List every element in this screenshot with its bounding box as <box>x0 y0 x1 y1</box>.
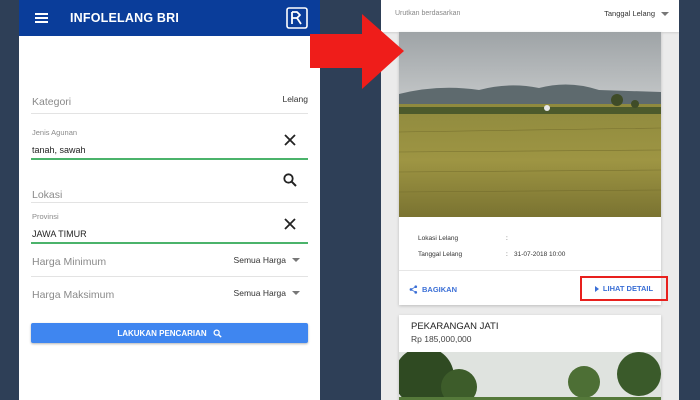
view-detail-label: LIHAT DETAIL <box>602 284 654 293</box>
tanggal-lelang-label: Tanggal Lelang <box>418 251 463 258</box>
property-photo[interactable] <box>399 352 661 400</box>
harga-maksimum-value: Semua Harga <box>233 288 286 298</box>
harga-minimum-field[interactable]: Harga Minimum Semua Harga <box>31 246 308 277</box>
sort-value: Tanggal Lelang <box>604 9 655 18</box>
results-screen: Urutkan berdasarkan Tanggal Lelang Lokas… <box>381 0 679 400</box>
app-title: INFOLELANG BRI <box>70 11 180 25</box>
menu-icon[interactable] <box>35 13 48 23</box>
colon-separator: : <box>506 251 508 258</box>
kategori-value: Lelang <box>282 94 308 104</box>
search-lokasi-icon[interactable] <box>282 172 298 188</box>
kategori-field[interactable]: Kategori Lelang <box>31 82 308 114</box>
harga-minimum-label: Harga Minimum <box>32 256 107 268</box>
chevron-down-icon <box>292 291 300 295</box>
search-icon <box>213 329 222 338</box>
app-bar: INFOLELANG BRI <box>19 0 320 36</box>
clear-provinsi-icon[interactable] <box>282 216 298 232</box>
search-button-label: LAKUKAN PENCARIAN <box>117 328 207 338</box>
share-icon <box>409 285 418 294</box>
harga-maksimum-label: Harga Maksimum <box>32 289 115 301</box>
provinsi-field[interactable]: Provinsi JAWA TIMUR <box>31 206 308 244</box>
chevron-down-icon <box>292 258 300 262</box>
sort-label: Urutkan berdasarkan <box>395 10 461 17</box>
rice-field-photo[interactable] <box>399 32 661 217</box>
card-title: PEKARANGAN JATI <box>411 321 499 332</box>
harga-maksimum-field[interactable]: Harga Maksimum Semua Harga <box>31 279 308 311</box>
auction-card: PEKARANGAN JATI Rp 185,000,000 <box>399 315 661 400</box>
play-arrow-icon <box>594 285 599 292</box>
tanggal-lelang-value: 31-07-2018 10:00 <box>514 251 566 258</box>
red-arrow-icon <box>310 14 404 89</box>
lokasi-field[interactable]: Lokasi <box>31 166 308 203</box>
provinsi-label: Provinsi <box>32 212 59 221</box>
share-label: BAGIKAN <box>422 285 457 294</box>
jenis-agunan-value: tanah, sawah <box>32 145 86 155</box>
harga-minimum-dropdown[interactable]: Semua Harga <box>234 255 300 265</box>
clear-jenis-agunan-icon[interactable] <box>282 132 298 148</box>
colon-separator: : <box>506 235 508 242</box>
search-button[interactable]: LAKUKAN PENCARIAN <box>31 323 308 343</box>
provinsi-value: JAWA TIMUR <box>32 229 87 239</box>
kategori-label: Kategori <box>32 96 72 108</box>
jenis-agunan-label: Jenis Agunan <box>32 128 78 137</box>
jenis-agunan-field[interactable]: Jenis Agunan tanah, sawah <box>31 122 308 160</box>
auction-card: Lokasi Lelang : Tanggal Lelang : 31-07-2… <box>399 32 668 305</box>
search-screen: INFOLELANG BRI Kategori Lelang Jenis Agu… <box>19 0 320 400</box>
bri-logo-icon <box>286 7 308 29</box>
harga-maksimum-dropdown[interactable]: Semua Harga <box>234 288 300 298</box>
chevron-down-icon <box>661 11 669 16</box>
sort-bar: Urutkan berdasarkan Tanggal Lelang <box>381 0 679 32</box>
harga-minimum-value: Semua Harga <box>233 255 286 265</box>
sort-dropdown[interactable]: Tanggal Lelang <box>604 9 669 18</box>
card-divider <box>399 270 661 271</box>
share-button[interactable]: BAGIKAN <box>409 285 457 294</box>
view-detail-button[interactable]: LIHAT DETAIL <box>580 276 668 301</box>
card-price: Rp 185,000,000 <box>411 334 472 344</box>
lokasi-label: Lokasi <box>32 189 63 201</box>
lokasi-lelang-label: Lokasi Lelang <box>418 235 459 242</box>
